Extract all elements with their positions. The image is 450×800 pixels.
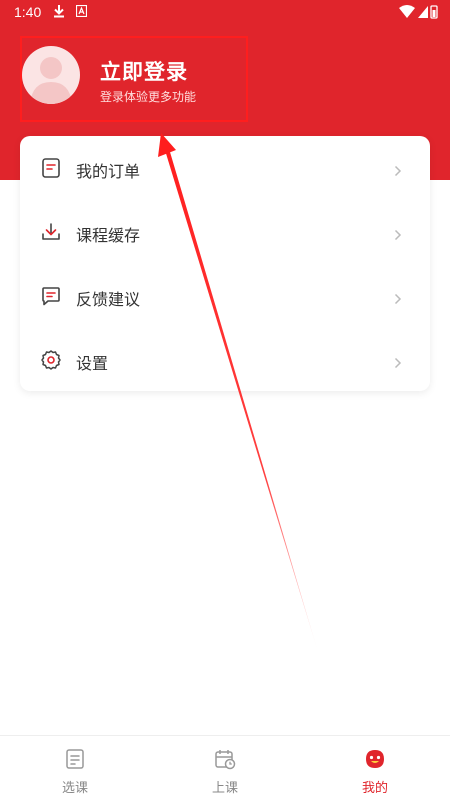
chevron-right-icon (394, 354, 402, 373)
download-icon (40, 221, 62, 243)
status-bar: 1:40 (0, 0, 450, 24)
course-select-icon (64, 748, 86, 770)
menu-item-label: 课程缓存 (76, 226, 141, 245)
tab-label: 选课 (61, 781, 88, 796)
avatar[interactable] (22, 46, 80, 104)
tab-label: 上课 (211, 781, 238, 796)
login-subtitle: 登录体验更多功能 (100, 90, 197, 104)
battery-icon (430, 5, 438, 19)
login-title[interactable]: 立即登录 (100, 56, 188, 86)
tab-mine[interactable]: 我的 (300, 736, 450, 800)
tab-class[interactable]: 上课 (150, 736, 300, 800)
tab-label: 我的 (361, 781, 388, 796)
tab-course-select[interactable]: 选课 (0, 736, 150, 800)
chevron-right-icon (394, 162, 402, 181)
menu-item-cache[interactable]: 课程缓存 (20, 200, 430, 264)
menu-item-label: 设置 (76, 354, 109, 373)
default-avatar-icon (30, 57, 72, 104)
menu-item-settings[interactable]: 设置 (20, 328, 430, 392)
menu-item-label: 我的订单 (76, 162, 141, 181)
login-profile-area[interactable]: 立即登录 登录体验更多功能 (20, 36, 248, 122)
download-notification-icon (53, 4, 65, 22)
menu-item-label: 反馈建议 (76, 290, 141, 309)
menu-item-orders[interactable]: 我的订单 (20, 136, 430, 200)
app-notification-icon (75, 4, 88, 21)
signal-icon (418, 6, 428, 18)
menu-card: 我的订单 课程缓存 反馈建议 设置 (20, 136, 430, 391)
chevron-right-icon (394, 290, 402, 309)
feedback-icon (40, 285, 62, 307)
order-icon (40, 157, 62, 179)
chevron-right-icon (394, 226, 402, 245)
menu-item-feedback[interactable]: 反馈建议 (20, 264, 430, 328)
profile-icon (364, 748, 386, 770)
bottom-tab-bar: 选课 上课 我的 (0, 735, 450, 800)
status-time: 1:40 (14, 4, 42, 20)
calendar-clock-icon (214, 748, 236, 770)
status-indicators (398, 4, 438, 24)
wifi-icon (399, 5, 415, 18)
settings-icon (40, 349, 62, 371)
